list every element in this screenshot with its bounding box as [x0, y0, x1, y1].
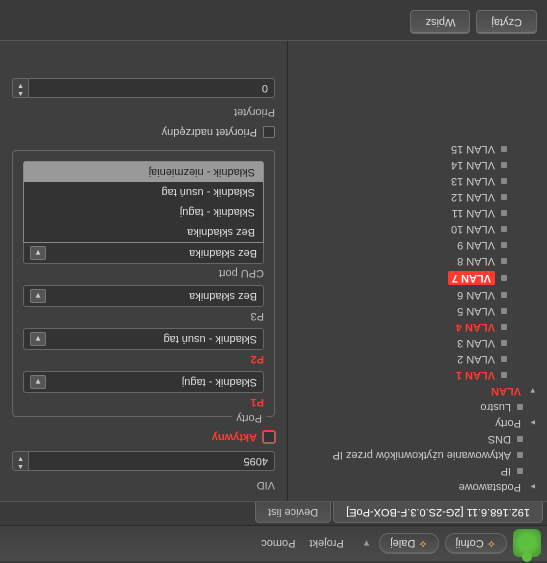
tree-vlan-8[interactable]: VLAN 8 — [292, 253, 543, 269]
tab-device[interactable]: 192.168.6.11 [2G-2S.0.3.F-BOX-PoE] — [333, 502, 543, 523]
chevron-down-icon: ▼ — [30, 332, 46, 346]
tree-porty[interactable]: ▸Porty — [292, 415, 543, 431]
active-checkbox[interactable] — [263, 431, 275, 443]
p1-combo[interactable]: Składnik - taguj▼ — [23, 371, 264, 393]
chevron-down-icon: ▼ — [30, 246, 46, 260]
p3-label: P3 — [23, 310, 264, 322]
tree-vlan-2[interactable]: VLAN 2 — [292, 351, 543, 367]
tab-device-list[interactable]: Device list — [255, 502, 331, 523]
nav-dropdown-icon[interactable]: ▾ — [360, 537, 374, 550]
p3-combo[interactable]: Bez składnika▼ — [23, 285, 264, 307]
tree-lustro[interactable]: Lustro — [292, 399, 543, 415]
tree-vlan-5[interactable]: VLAN 5 — [292, 303, 543, 319]
tree-vlan-7[interactable]: VLAN 7 — [292, 269, 543, 287]
tree-vlan-4[interactable]: VLAN 4 — [292, 319, 543, 335]
cpu-port-dropdown[interactable]: Bez składnika Składnik - taguj Składnik … — [23, 161, 264, 243]
settings-panel: VID ▲▼ Aktywny Porty P1 Składnik - taguj… — [0, 41, 287, 501]
cpu-port-label: CPU port — [23, 267, 264, 279]
write-button[interactable]: Wpisz — [410, 10, 470, 34]
vid-spinner[interactable]: ▲▼ — [12, 451, 275, 471]
bottom-bar: Czytaj Wpisz — [0, 4, 547, 41]
vid-up-icon[interactable]: ▲ — [13, 462, 28, 470]
tree-vlan-10[interactable]: VLAN 10 — [292, 221, 543, 237]
priority-up-icon[interactable]: ▲ — [13, 89, 28, 97]
menu-project[interactable]: Projekt — [309, 538, 343, 550]
read-button[interactable]: Czytaj — [476, 10, 537, 34]
app-icon — [513, 530, 541, 558]
vid-down-icon[interactable]: ▼ — [13, 454, 28, 462]
tree-vlan-14[interactable]: VLAN 14 — [292, 157, 543, 173]
priority-input[interactable] — [28, 78, 275, 98]
p2-combo[interactable]: Składnik - usuń tag▼ — [23, 328, 264, 350]
dropdown-option[interactable]: Składnik - taguj — [24, 202, 263, 222]
tree-dns[interactable]: DNS — [292, 431, 543, 447]
config-tree[interactable]: ▸Podstawowe IP Aktywowanie użytkowników … — [287, 41, 547, 501]
chevron-down-icon: ▼ — [30, 289, 46, 303]
back-button[interactable]: ✧ Cofnij — [445, 533, 507, 554]
tree-ip[interactable]: IP — [292, 463, 543, 479]
menu-help[interactable]: Pomoc — [261, 538, 295, 550]
dropdown-option[interactable]: Składnik - niezmieniaj — [24, 162, 263, 182]
top-toolbar: ✧ Cofnij ✧ Dalej ▾ Projekt Pomoc — [0, 525, 547, 561]
active-label: Aktywny — [212, 431, 257, 443]
priority-override-checkbox[interactable] — [263, 126, 275, 138]
cpu-port-combo[interactable]: Bez składnika▼ — [23, 242, 264, 264]
p2-label: P2 — [23, 353, 264, 365]
tree-activate-users[interactable]: Aktywowanie użytkowników przez IP — [292, 447, 543, 463]
tree-vlan-12[interactable]: VLAN 12 — [292, 189, 543, 205]
forward-button[interactable]: ✧ Dalej — [379, 533, 438, 554]
vid-input[interactable] — [28, 451, 275, 471]
ports-group-title: Porty — [232, 412, 266, 424]
tree-vlan-11[interactable]: VLAN 11 — [292, 205, 543, 221]
tree-vlan-3[interactable]: VLAN 3 — [292, 335, 543, 351]
tree-podstawowe[interactable]: ▸Podstawowe — [292, 479, 543, 495]
priority-spinner[interactable]: ▲▼ — [12, 78, 275, 98]
priority-override-label: Priorytet nadrzędny — [162, 126, 257, 138]
tree-vlan-root[interactable]: ▾VLAN — [292, 383, 543, 399]
vid-label: VID — [12, 479, 275, 491]
priority-down-icon[interactable]: ▼ — [13, 81, 28, 89]
p1-label: P1 — [23, 396, 264, 408]
dropdown-option[interactable]: Składnik - usuń tag — [24, 182, 263, 202]
tree-vlan-13[interactable]: VLAN 13 — [292, 173, 543, 189]
tree-vlan-1[interactable]: VLAN 1 — [292, 367, 543, 383]
chevron-down-icon: ▼ — [30, 375, 46, 389]
ports-group: Porty P1 Składnik - taguj▼ P2 Składnik -… — [12, 150, 275, 417]
tab-bar: 192.168.6.11 [2G-2S.0.3.F-BOX-PoE] Devic… — [0, 501, 547, 525]
priority-label: Priorytet — [12, 106, 275, 118]
tree-vlan-15[interactable]: VLAN 15 — [292, 141, 543, 157]
tree-vlan-6[interactable]: VLAN 6 — [292, 287, 543, 303]
tree-vlan-9[interactable]: VLAN 9 — [292, 237, 543, 253]
dropdown-option[interactable]: Bez składnika — [24, 222, 263, 242]
